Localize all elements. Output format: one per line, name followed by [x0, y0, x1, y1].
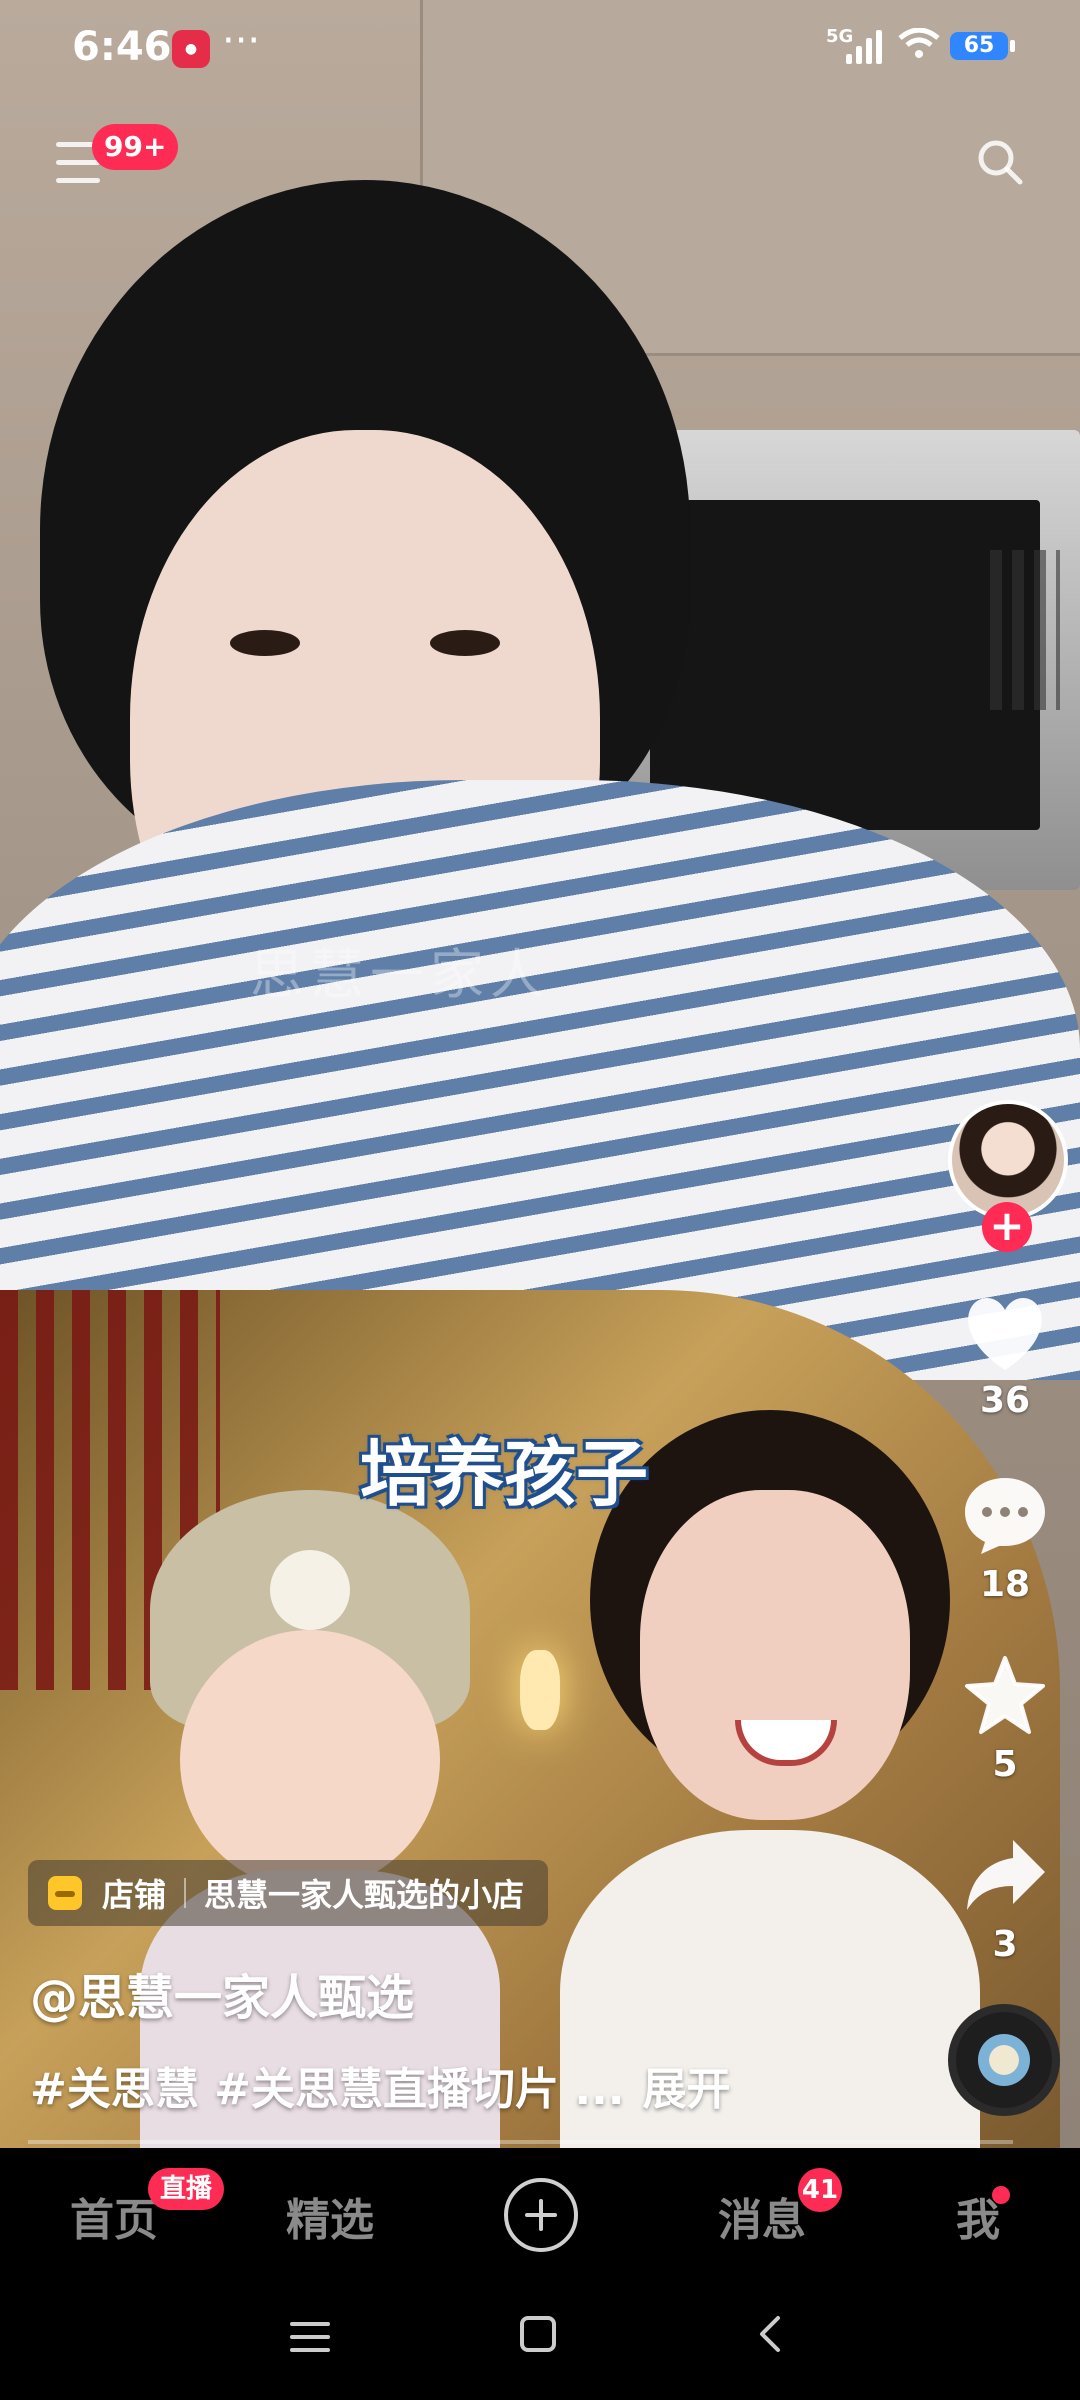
- shop-label: 店铺: [102, 1876, 167, 1914]
- live-badge: 直播: [148, 2168, 225, 2210]
- search-icon[interactable]: [976, 138, 1024, 186]
- share-button[interactable]: 3: [940, 1836, 1070, 1965]
- comment-icon: [965, 1478, 1045, 1554]
- presenter-eye-left: [230, 630, 300, 656]
- baby-face: [180, 1630, 440, 1890]
- app-notification-icon: ●: [172, 30, 210, 68]
- status-time: 6:46: [72, 24, 172, 70]
- author-name[interactable]: @思慧一家人甄选: [30, 1958, 414, 2028]
- back-icon[interactable]: [752, 2314, 792, 2354]
- video-watermark: 思慧一家人: [250, 943, 550, 1006]
- oven-keypad: [980, 550, 1060, 710]
- grandmother-image: [560, 1410, 980, 2148]
- shop-tag[interactable]: 店铺 思慧一家人甄选的小店: [28, 1860, 549, 1926]
- like-button[interactable]: 36: [940, 1296, 1070, 1421]
- status-bar: 6:46 ● ··· 5G 65: [0, 0, 1080, 100]
- helmet-flower: [270, 1550, 350, 1630]
- shop-icon: [48, 1876, 82, 1910]
- tab-messages[interactable]: 消息: [718, 2184, 806, 2248]
- video-caption: 培养孩子: [360, 1432, 649, 1516]
- plus-circle-icon[interactable]: [504, 2178, 578, 2252]
- wifi-icon: [898, 28, 940, 58]
- me-notification-dot: [992, 2186, 1010, 2204]
- screen: 思慧一家人 培养孩子 6:46 ● ··· 5G 65 99+ + 36 18 …: [0, 0, 1080, 2400]
- tab-bar: 首页 直播 精选 消息 41 我: [0, 2148, 1080, 2288]
- tab-featured[interactable]: 精选: [286, 2184, 374, 2248]
- heart-icon: [968, 1298, 1042, 1370]
- signal-icon: [846, 30, 882, 64]
- recent-apps-icon[interactable]: [290, 2320, 330, 2354]
- home-icon[interactable]: [520, 2316, 556, 2352]
- presenter-eye-right: [430, 630, 500, 656]
- star-icon: [965, 1656, 1045, 1734]
- messages-badge: 41: [798, 2168, 842, 2212]
- share-icon: [967, 1840, 1045, 1910]
- system-nav-bar: [0, 2288, 1080, 2400]
- tab-home[interactable]: 首页: [70, 2184, 158, 2248]
- share-count: 3: [992, 1924, 1018, 1965]
- grandmother-face: [640, 1490, 910, 1820]
- like-count: 36: [979, 1380, 1031, 1421]
- battery-indicator: 65: [950, 32, 1015, 60]
- music-disc-icon[interactable]: [948, 2004, 1060, 2116]
- description-text: #关思慧 #关思慧直播切片 ...: [30, 2064, 625, 2115]
- baby-image: [120, 1490, 500, 2148]
- follow-button[interactable]: +: [982, 1202, 1032, 1252]
- favorite-count: 5: [992, 1744, 1018, 1785]
- comment-count: 18: [979, 1564, 1031, 1605]
- shop-separator: [184, 1878, 187, 1908]
- video-description: #关思慧 #关思慧直播切片 ... 展开: [30, 2053, 731, 2117]
- favorite-button[interactable]: 5: [940, 1656, 1070, 1785]
- wall-lamp: [520, 1650, 560, 1730]
- comment-button[interactable]: 18: [940, 1476, 1070, 1605]
- notification-badge: 99+: [92, 124, 179, 170]
- shop-name: 思慧一家人甄选的小店: [204, 1876, 525, 1914]
- status-more: ···: [222, 18, 261, 64]
- video-progress-bar[interactable]: [28, 2140, 1013, 2144]
- video-player[interactable]: 思慧一家人 培养孩子: [0, 0, 1080, 2148]
- grandmother-smile: [735, 1720, 837, 1766]
- expand-button[interactable]: 展开: [643, 2064, 731, 2115]
